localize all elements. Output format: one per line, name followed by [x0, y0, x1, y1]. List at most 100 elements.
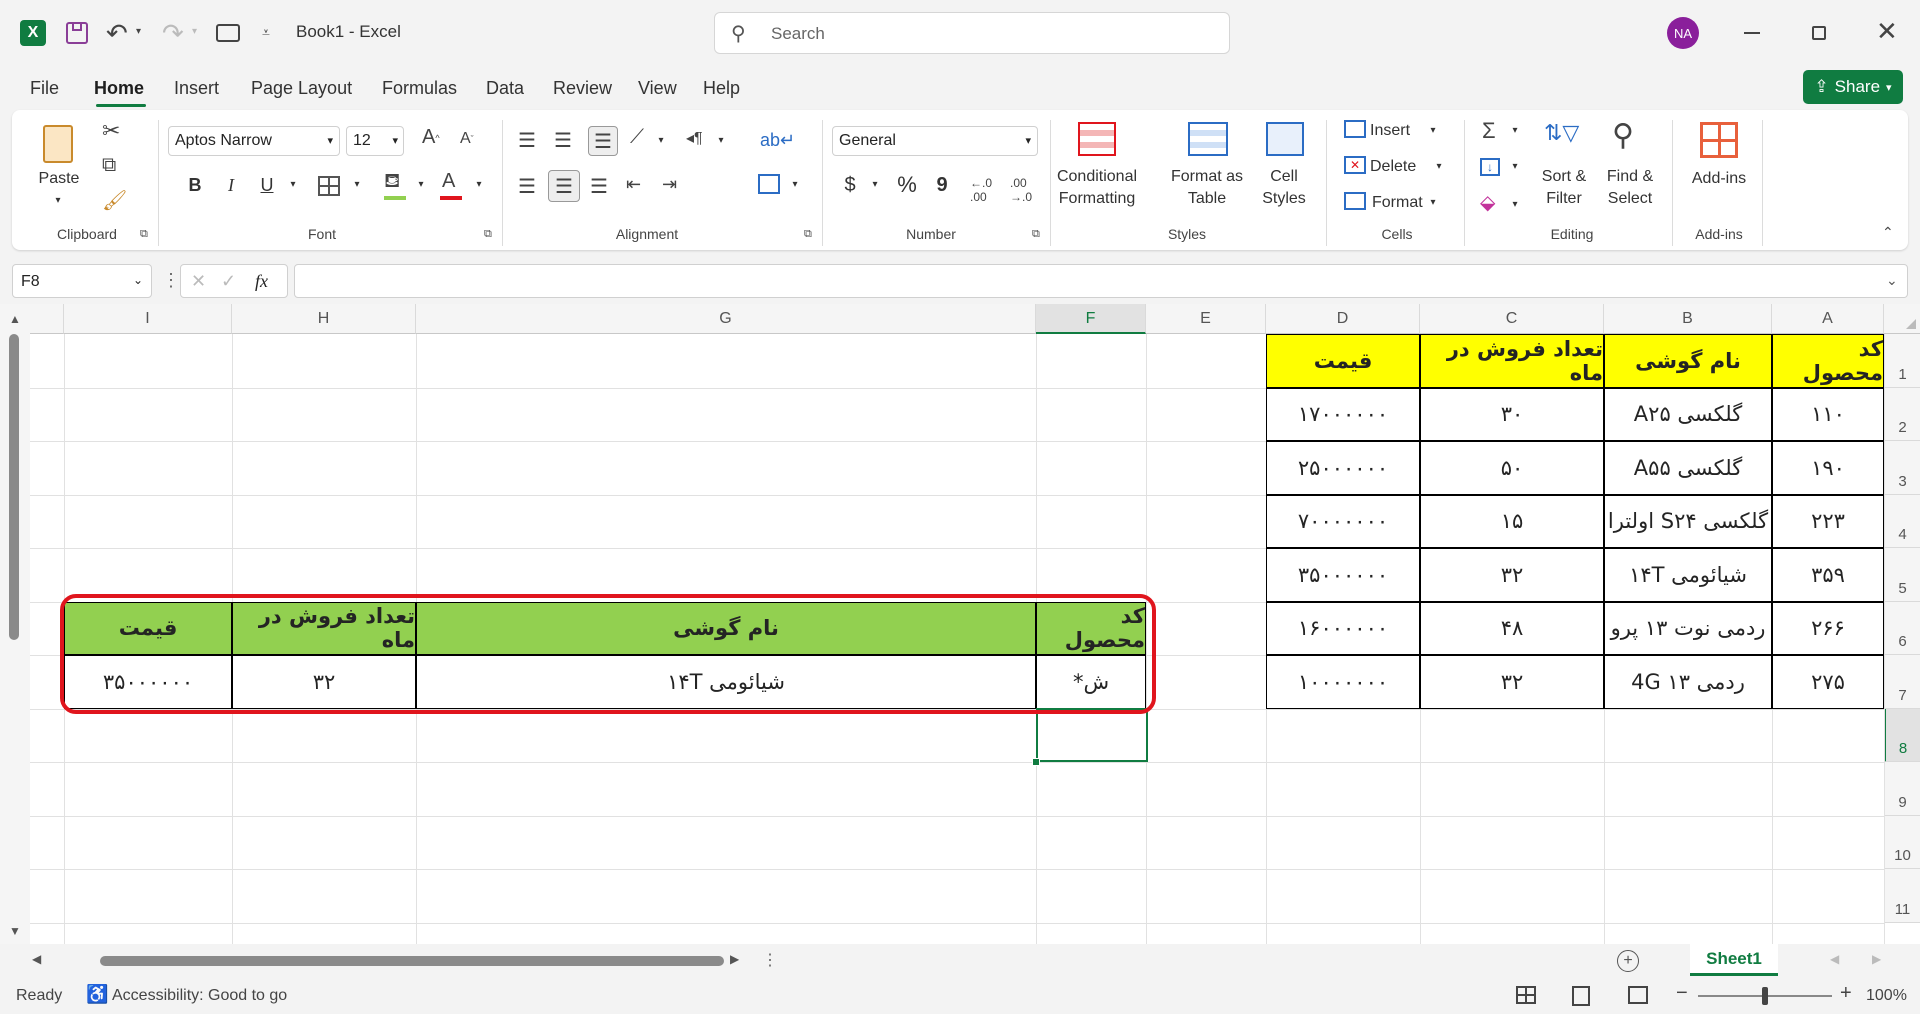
format-as-table-label-2[interactable]: Table: [1164, 188, 1250, 210]
column-header-h[interactable]: H: [232, 304, 416, 334]
insert-cells-icon[interactable]: [1344, 120, 1366, 138]
tab-data[interactable]: Data: [486, 78, 524, 99]
redo-icon[interactable]: ↷: [162, 18, 184, 49]
conditional-formatting-label-1[interactable]: Conditional: [1052, 166, 1142, 188]
tab-home[interactable]: Home: [94, 78, 144, 99]
cell-price[interactable]: ۲۵۰۰۰۰۰۰: [1266, 441, 1420, 495]
save-icon[interactable]: [66, 22, 88, 44]
rtl-icon[interactable]: ◂¶: [686, 128, 703, 148]
cut-icon[interactable]: ✂: [102, 118, 120, 144]
sort-filter-label-2[interactable]: Filter: [1532, 188, 1596, 210]
format-as-table-label-1[interactable]: Format as: [1164, 166, 1250, 188]
paste-dropdown-icon[interactable]: ▾: [48, 190, 68, 212]
worksheet-grid[interactable]: ▲ ▼ IHGFEDCBA 1 2 3 4 5 6 7 8 9 10 11 کد محصول نام …: [0, 304, 1920, 944]
delete-dropdown-icon[interactable]: ▾: [1432, 156, 1446, 178]
sort-filter-label-1[interactable]: Sort &: [1532, 166, 1596, 188]
increase-decimal-icon[interactable]: ←.0.00: [970, 176, 992, 204]
insert-dropdown-icon[interactable]: ▾: [1426, 120, 1440, 142]
cell-product-code[interactable]: ۱۹۰: [1772, 441, 1884, 495]
zoom-slider-thumb[interactable]: [1762, 987, 1768, 1005]
redo-dropdown-icon[interactable]: ▾: [192, 26, 197, 37]
zoom-in-icon[interactable]: +: [1840, 982, 1852, 1005]
fill-dropdown-icon[interactable]: ▾: [1508, 156, 1522, 178]
cell-styles-label-1[interactable]: Cell: [1252, 166, 1316, 188]
tab-insert[interactable]: Insert: [174, 78, 219, 99]
number-launcher-icon[interactable]: ⧉: [1032, 228, 1040, 241]
zoom-out-icon[interactable]: −: [1676, 982, 1688, 1005]
undo-dropdown-icon[interactable]: ▾: [136, 26, 141, 37]
column-header-f[interactable]: F: [1036, 304, 1146, 334]
row-header-4[interactable]: 4: [1884, 494, 1920, 548]
sheet-tab-sheet1[interactable]: Sheet1: [1690, 944, 1778, 976]
sort-filter-icon[interactable]: ⇅▽: [1544, 120, 1579, 146]
cell-price[interactable]: ۱۷۰۰۰۰۰۰: [1266, 387, 1420, 441]
scroll-up-icon[interactable]: ▲: [9, 312, 21, 326]
search-box[interactable]: ⚲ Search: [714, 12, 1230, 54]
find-select-icon[interactable]: ⚲: [1612, 118, 1634, 153]
enter-icon[interactable]: ✓: [221, 271, 236, 292]
normal-view-icon[interactable]: [1516, 986, 1536, 1004]
cell-phone-name[interactable]: ردمی ۱۳ 4G: [1604, 655, 1772, 709]
tab-formulas[interactable]: Formulas: [382, 78, 457, 99]
clear-dropdown-icon[interactable]: ▾: [1508, 194, 1522, 216]
cell-phone-name[interactable]: گلکسی A۵۵: [1604, 441, 1772, 495]
format-cells-icon[interactable]: [1344, 192, 1366, 210]
fill-handle[interactable]: [1032, 758, 1040, 766]
add-sheet-icon[interactable]: +: [1617, 950, 1639, 972]
column-header-c[interactable]: C: [1420, 304, 1604, 334]
borders-dropdown-icon[interactable]: ▾: [350, 174, 364, 196]
select-all-corner[interactable]: [1884, 304, 1920, 334]
cell-styles-icon[interactable]: [1266, 122, 1304, 156]
autosum-dropdown-icon[interactable]: ▾: [1508, 120, 1522, 142]
currency-dropdown-icon[interactable]: ▾: [868, 174, 882, 196]
prev-sheet-icon[interactable]: ◀: [1830, 952, 1839, 966]
merge-center-icon[interactable]: [758, 174, 780, 194]
row-header-6[interactable]: 6: [1884, 601, 1920, 655]
orientation-icon[interactable]: ⟋: [630, 126, 644, 149]
accessibility-status[interactable]: Accessibility: Good to go: [112, 987, 287, 1005]
collapse-ribbon-icon[interactable]: ⌃: [1882, 224, 1894, 241]
row-header-7[interactable]: 7: [1884, 655, 1920, 709]
insert-function-icon[interactable]: fx: [255, 271, 268, 292]
formula-input[interactable]: [294, 264, 1908, 298]
tab-split-icon[interactable]: ⋮: [762, 950, 778, 970]
scroll-down-icon[interactable]: ▼: [9, 924, 21, 938]
cell-product-code[interactable]: ۲۶۶: [1772, 601, 1884, 655]
align-middle-icon[interactable]: ☰: [554, 128, 572, 153]
fill-icon[interactable]: ↓: [1480, 158, 1500, 176]
decrease-indent-icon[interactable]: ⇤: [626, 174, 641, 195]
header-monthly-sales[interactable]: تعداد فروش در ماه: [1420, 334, 1604, 388]
wrap-text-icon[interactable]: ab↵: [760, 130, 795, 151]
cell-monthly-sales[interactable]: ۵۰: [1420, 441, 1604, 495]
share-button[interactable]: ⇪ Share ▾: [1803, 70, 1903, 104]
cell-phone-name[interactable]: شیائومی ۱۴T: [1604, 548, 1772, 602]
font-color-dropdown-icon[interactable]: ▾: [472, 174, 486, 196]
italic-button[interactable]: I: [220, 174, 242, 196]
font-size-select[interactable]: 12 ▾: [346, 126, 404, 156]
row-header-2[interactable]: 2: [1884, 387, 1920, 441]
fill-color-dropdown-icon[interactable]: ▾: [414, 174, 428, 196]
vertical-scrollbar[interactable]: ▲ ▼: [0, 304, 30, 944]
header-product-code[interactable]: کد محصول: [1772, 334, 1884, 388]
cell-monthly-sales[interactable]: ۳۲: [1420, 655, 1604, 709]
cell-monthly-sales[interactable]: ۳۰: [1420, 387, 1604, 441]
row-header-1[interactable]: 1: [1884, 334, 1920, 388]
bold-button[interactable]: B: [184, 174, 206, 196]
header-price[interactable]: قیمت: [1266, 334, 1420, 388]
add-ins-icon[interactable]: [1700, 122, 1738, 158]
column-header-i[interactable]: I: [64, 304, 232, 334]
header-phone-name[interactable]: نام گوشی: [1604, 334, 1772, 388]
borders-icon[interactable]: [318, 176, 340, 196]
restore-icon[interactable]: [1812, 26, 1826, 40]
minimize-icon[interactable]: [1744, 32, 1760, 34]
insert-cells-label[interactable]: Insert: [1370, 120, 1424, 142]
page-break-view-icon[interactable]: [1628, 986, 1648, 1004]
row-header-8[interactable]: 8: [1884, 708, 1920, 762]
more-options-icon[interactable]: ⋮: [162, 270, 180, 291]
cancel-icon[interactable]: ✕: [191, 271, 206, 292]
row-header-9[interactable]: 9: [1884, 762, 1920, 816]
conditional-formatting-label-2[interactable]: Formatting: [1052, 188, 1142, 210]
cell-monthly-sales[interactable]: ۱۵: [1420, 494, 1604, 548]
name-box[interactable]: F8 ⌄: [12, 264, 152, 298]
add-ins-button-label[interactable]: Add-ins: [1686, 168, 1752, 190]
